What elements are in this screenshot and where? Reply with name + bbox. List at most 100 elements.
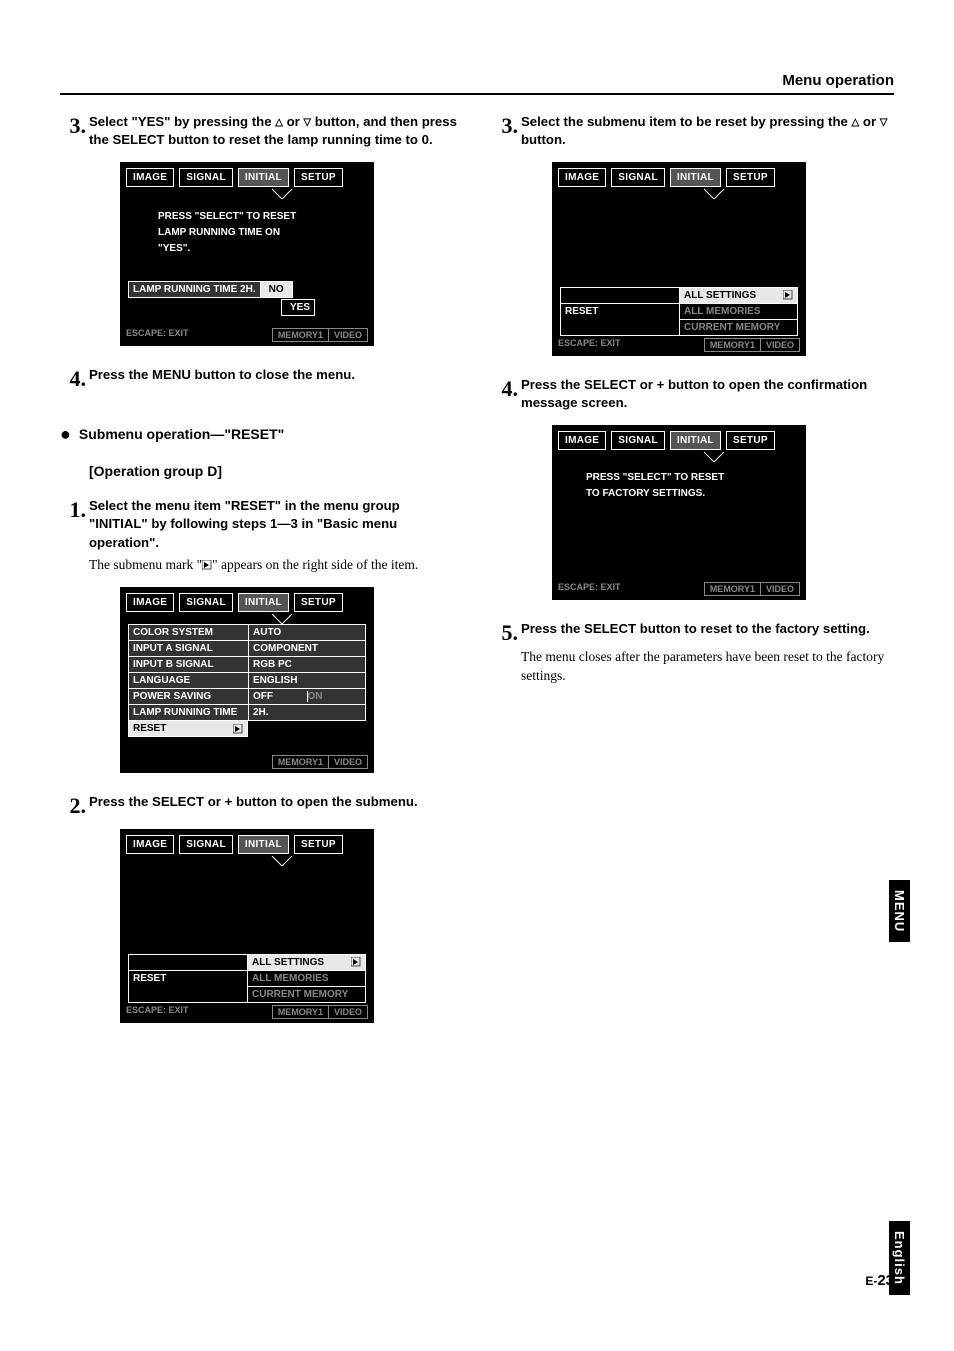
osd-message-line: TO FACTORY SETTINGS. <box>586 486 786 502</box>
step-text: Select the submenu item to be reset by p… <box>521 113 894 150</box>
osd-tab-active: INITIAL <box>670 168 721 187</box>
osd-message-line: PRESS "SELECT" TO RESET <box>158 209 354 225</box>
osd-submenu-item: ALL MEMORIES <box>248 970 366 987</box>
osd-message-line: "YES". <box>158 241 354 257</box>
osd-video: VIDEO <box>329 755 368 769</box>
osd-escape: ESCAPE: EXIT <box>126 328 189 342</box>
osd-item-label: INPUT A SIGNAL <box>128 640 248 657</box>
right-column: 3. Select the submenu item to be reset b… <box>492 113 894 1043</box>
osd-submenu-item: ALL SETTINGS <box>680 287 798 304</box>
osd-tab: SETUP <box>726 168 775 187</box>
osd-screenshot-2: IMAGE SIGNAL INITIAL SETUP COLOR SYSTEMA… <box>120 587 374 773</box>
osd-video: VIDEO <box>761 338 800 352</box>
step-number: 2. <box>60 793 86 817</box>
step-text: Press the SELECT or + button to open the… <box>89 793 462 817</box>
osd-tab-active: INITIAL <box>238 168 289 187</box>
step-number: 3. <box>60 113 86 150</box>
side-tab-menu: MENU <box>889 880 910 942</box>
osd-tab: SIGNAL <box>179 835 233 854</box>
osd-tab: SETUP <box>294 593 343 612</box>
osd-tab: IMAGE <box>126 593 174 612</box>
osd-tab: SETUP <box>726 431 775 450</box>
tab-pointer-icon <box>694 189 734 199</box>
osd-reset-item: RESET <box>128 720 248 737</box>
osd-memory: MEMORY1 <box>272 1005 329 1019</box>
submenu-heading: ● Submenu operation—"RESET" <box>60 424 462 445</box>
osd-screenshot-4: IMAGE SIGNAL INITIAL SETUP ALL SETTINGS <box>552 162 806 356</box>
osd-screenshot-5: IMAGE SIGNAL INITIAL SETUP PRESS "SELECT… <box>552 425 806 600</box>
up-triangle-icon: △ <box>275 117 283 128</box>
osd-item-label: COLOR SYSTEM <box>128 624 248 641</box>
osd-submenu-item: CURRENT MEMORY <box>680 319 798 336</box>
osd-item-value: AUTO <box>248 624 366 641</box>
osd-no-option: NO <box>261 281 293 298</box>
osd-item-label: INPUT B SIGNAL <box>128 656 248 673</box>
osd-tab-active: INITIAL <box>238 593 289 612</box>
osd-escape: ESCAPE: EXIT <box>558 338 621 352</box>
step-number: 5. <box>492 620 518 644</box>
osd-escape: ESCAPE: EXIT <box>126 1005 189 1019</box>
osd-memory: MEMORY1 <box>272 328 329 342</box>
osd-video: VIDEO <box>329 328 368 342</box>
step-text: Press the SELECT or + button to open the… <box>521 376 894 413</box>
step-number: 4. <box>60 366 86 390</box>
osd-memory: MEMORY1 <box>704 338 761 352</box>
tab-pointer-icon <box>262 189 302 199</box>
page-number: E-23 <box>865 1272 894 1289</box>
osd-item-label: LANGUAGE <box>128 672 248 689</box>
osd-tab: SETUP <box>294 168 343 187</box>
bullet-icon: ● <box>60 424 71 445</box>
submenu-arrow-icon <box>233 724 243 734</box>
step-text: Select "YES" by pressing the △ or ▽ butt… <box>89 113 462 150</box>
osd-item-label: POWER SAVING <box>128 688 248 705</box>
step-note: The submenu mark "" appears on the right… <box>89 556 462 575</box>
submenu-arrow-icon <box>202 560 212 570</box>
osd-screenshot-3: IMAGE SIGNAL INITIAL SETUP ALL SETTINGS <box>120 829 374 1023</box>
osd-tab: SIGNAL <box>611 168 665 187</box>
osd-lamp-label: LAMP RUNNING TIME 2H. <box>128 281 261 298</box>
down-triangle-icon: ▽ <box>880 117 888 128</box>
step-number: 3. <box>492 113 518 150</box>
osd-yes-option: YES <box>281 299 315 316</box>
osd-message-line: LAMP RUNNING TIME ON <box>158 225 354 241</box>
osd-item-value: COMPONENT <box>248 640 366 657</box>
osd-tab: SETUP <box>294 835 343 854</box>
osd-tab-active: INITIAL <box>670 431 721 450</box>
osd-memory: MEMORY1 <box>704 582 761 596</box>
step-number: 4. <box>492 376 518 413</box>
osd-reset-label: RESET <box>128 970 248 987</box>
step-text: Select the menu item "RESET" in the menu… <box>89 497 462 552</box>
operation-group-label: [Operation group D] <box>89 463 462 479</box>
osd-tab: IMAGE <box>558 431 606 450</box>
osd-tab: IMAGE <box>558 168 606 187</box>
step-number: 1. <box>60 497 86 552</box>
osd-item-value: OFFON <box>248 688 366 705</box>
osd-tab: IMAGE <box>126 835 174 854</box>
left-column: 3. Select "YES" by pressing the △ or ▽ b… <box>60 113 462 1043</box>
osd-escape: ESCAPE: EXIT <box>558 582 621 596</box>
step-text: Press the MENU button to close the menu. <box>89 366 462 390</box>
osd-screenshot-1: IMAGE SIGNAL INITIAL SETUP PRESS "SELECT… <box>120 162 374 346</box>
osd-memory: MEMORY1 <box>272 755 329 769</box>
down-triangle-icon: ▽ <box>303 117 311 128</box>
submenu-arrow-icon <box>783 290 793 300</box>
step-text: Press the SELECT button to reset to the … <box>521 620 894 644</box>
osd-submenu-item: CURRENT MEMORY <box>248 986 366 1003</box>
osd-item-value: ENGLISH <box>248 672 366 689</box>
osd-tab: SIGNAL <box>179 593 233 612</box>
submenu-arrow-icon <box>351 957 361 967</box>
osd-tab: SIGNAL <box>179 168 233 187</box>
osd-video: VIDEO <box>329 1005 368 1019</box>
osd-tab: SIGNAL <box>611 431 665 450</box>
osd-submenu-item: ALL SETTINGS <box>248 954 366 971</box>
osd-video: VIDEO <box>761 582 800 596</box>
osd-item-value: RGB PC <box>248 656 366 673</box>
page-header: Menu operation <box>60 72 894 95</box>
osd-message-line: PRESS "SELECT" TO RESET <box>586 470 786 486</box>
osd-tab-active: INITIAL <box>238 835 289 854</box>
tab-pointer-icon <box>694 452 734 462</box>
osd-tab: IMAGE <box>126 168 174 187</box>
osd-item-label: LAMP RUNNING TIME <box>128 704 248 721</box>
tab-pointer-icon <box>262 614 302 624</box>
osd-reset-label: RESET <box>560 303 680 320</box>
